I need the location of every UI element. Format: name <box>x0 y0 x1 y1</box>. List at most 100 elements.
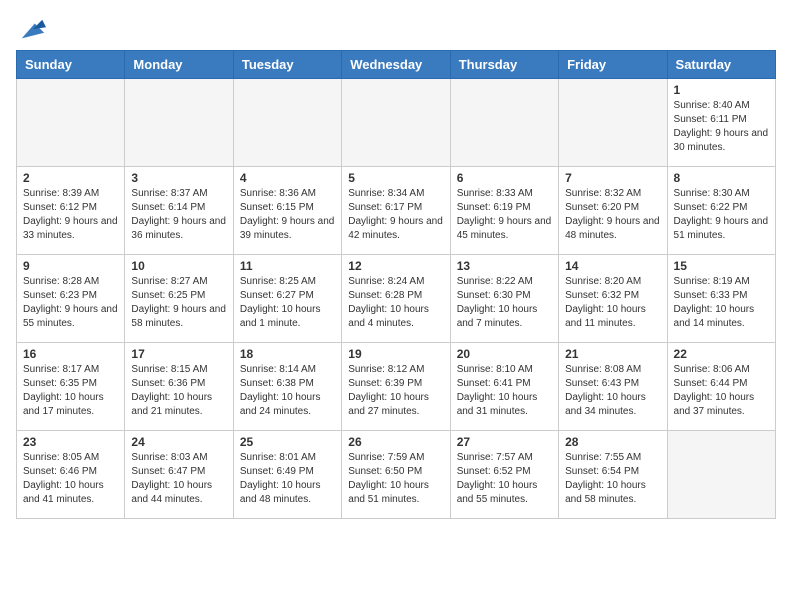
day-number: 13 <box>457 259 552 273</box>
day-info: Sunrise: 8:36 AM Sunset: 6:15 PM Dayligh… <box>240 187 335 243</box>
calendar-day-cell: 24 Sunrise: 8:03 AM Sunset: 6:47 PM Dayli… <box>125 431 233 519</box>
day-info: Sunrise: 8:10 AM Sunset: 6:41 PM Dayligh… <box>457 363 552 419</box>
day-info: Sunrise: 8:39 AM Sunset: 6:12 PM Dayligh… <box>23 187 118 243</box>
calendar-day-cell: 9 Sunrise: 8:28 AM Sunset: 6:23 PM Daylig… <box>17 255 125 343</box>
calendar-day-cell: 28 Sunrise: 7:55 AM Sunset: 6:54 PM Dayli… <box>559 431 667 519</box>
day-info: Sunrise: 8:14 AM Sunset: 6:38 PM Dayligh… <box>240 363 335 419</box>
calendar-day-cell: 5 Sunrise: 8:34 AM Sunset: 6:17 PM Daylig… <box>342 167 450 255</box>
weekday-header: Monday <box>125 51 233 79</box>
calendar-day-cell: 23 Sunrise: 8:05 AM Sunset: 6:46 PM Dayli… <box>17 431 125 519</box>
calendar-week-row: 1 Sunrise: 8:40 AM Sunset: 6:11 PM Daylig… <box>17 79 776 167</box>
day-info: Sunrise: 8:37 AM Sunset: 6:14 PM Dayligh… <box>131 187 226 243</box>
calendar-week-row: 9 Sunrise: 8:28 AM Sunset: 6:23 PM Daylig… <box>17 255 776 343</box>
calendar-day-cell: 17 Sunrise: 8:15 AM Sunset: 6:36 PM Dayli… <box>125 343 233 431</box>
weekday-header: Friday <box>559 51 667 79</box>
day-info: Sunrise: 7:55 AM Sunset: 6:54 PM Dayligh… <box>565 451 660 507</box>
day-number: 8 <box>674 171 769 185</box>
calendar-day-cell <box>125 79 233 167</box>
calendar-week-row: 23 Sunrise: 8:05 AM Sunset: 6:46 PM Dayli… <box>17 431 776 519</box>
day-info: Sunrise: 8:32 AM Sunset: 6:20 PM Dayligh… <box>565 187 660 243</box>
calendar-header-row: SundayMondayTuesdayWednesdayThursdayFrid… <box>17 51 776 79</box>
calendar-table: SundayMondayTuesdayWednesdayThursdayFrid… <box>16 50 776 519</box>
calendar-day-cell <box>559 79 667 167</box>
calendar-day-cell: 27 Sunrise: 7:57 AM Sunset: 6:52 PM Dayli… <box>450 431 558 519</box>
day-info: Sunrise: 8:28 AM Sunset: 6:23 PM Dayligh… <box>23 275 118 331</box>
weekday-header: Thursday <box>450 51 558 79</box>
day-number: 5 <box>348 171 443 185</box>
calendar-day-cell: 25Sunrise: 8:01 AM Sunset: 6:49 PM Dayli… <box>233 431 341 519</box>
day-number: 14 <box>565 259 660 273</box>
weekday-header: Saturday <box>667 51 775 79</box>
day-number: 1 <box>674 83 769 97</box>
calendar-day-cell: 10 Sunrise: 8:27 AM Sunset: 6:25 PM Dayli… <box>125 255 233 343</box>
day-number: 17 <box>131 347 226 361</box>
calendar-day-cell: 7Sunrise: 8:32 AM Sunset: 6:20 PM Daylig… <box>559 167 667 255</box>
day-number: 26 <box>348 435 443 449</box>
day-number: 4 <box>240 171 335 185</box>
day-number: 24 <box>131 435 226 449</box>
weekday-header: Sunday <box>17 51 125 79</box>
day-number: 27 <box>457 435 552 449</box>
day-number: 11 <box>240 259 335 273</box>
calendar-day-cell: 13 Sunrise: 8:22 AM Sunset: 6:30 PM Dayli… <box>450 255 558 343</box>
day-info: Sunrise: 7:57 AM Sunset: 6:52 PM Dayligh… <box>457 451 552 507</box>
calendar-day-cell: 21 Sunrise: 8:08 AM Sunset: 6:43 PM Dayli… <box>559 343 667 431</box>
calendar-day-cell: 26 Sunrise: 7:59 AM Sunset: 6:50 PM Dayli… <box>342 431 450 519</box>
calendar-day-cell: 16 Sunrise: 8:17 AM Sunset: 6:35 PM Dayli… <box>17 343 125 431</box>
calendar-day-cell: 8 Sunrise: 8:30 AM Sunset: 6:22 PM Daylig… <box>667 167 775 255</box>
day-info: Sunrise: 8:27 AM Sunset: 6:25 PM Dayligh… <box>131 275 226 331</box>
calendar-day-cell: 1 Sunrise: 8:40 AM Sunset: 6:11 PM Daylig… <box>667 79 775 167</box>
calendar-day-cell: 22Sunrise: 8:06 AM Sunset: 6:44 PM Dayli… <box>667 343 775 431</box>
day-info: Sunrise: 8:06 AM Sunset: 6:44 PM Dayligh… <box>674 363 769 419</box>
day-info: Sunrise: 8:24 AM Sunset: 6:28 PM Dayligh… <box>348 275 443 331</box>
calendar-day-cell: 14 Sunrise: 8:20 AM Sunset: 6:32 PM Dayli… <box>559 255 667 343</box>
day-number: 16 <box>23 347 118 361</box>
day-info: Sunrise: 8:05 AM Sunset: 6:46 PM Dayligh… <box>23 451 118 507</box>
calendar-day-cell: 2 Sunrise: 8:39 AM Sunset: 6:12 PM Daylig… <box>17 167 125 255</box>
calendar-day-cell: 4 Sunrise: 8:36 AM Sunset: 6:15 PM Daylig… <box>233 167 341 255</box>
day-info: Sunrise: 8:08 AM Sunset: 6:43 PM Dayligh… <box>565 363 660 419</box>
day-info: Sunrise: 8:19 AM Sunset: 6:33 PM Dayligh… <box>674 275 769 331</box>
day-number: 9 <box>23 259 118 273</box>
day-number: 20 <box>457 347 552 361</box>
calendar-day-cell <box>17 79 125 167</box>
logo <box>16 16 46 40</box>
weekday-header: Tuesday <box>233 51 341 79</box>
page-header <box>16 16 776 40</box>
day-number: 18 <box>240 347 335 361</box>
calendar-day-cell: 6Sunrise: 8:33 AM Sunset: 6:19 PM Daylig… <box>450 167 558 255</box>
day-info: Sunrise: 7:59 AM Sunset: 6:50 PM Dayligh… <box>348 451 443 507</box>
day-number: 28 <box>565 435 660 449</box>
calendar-day-cell <box>342 79 450 167</box>
logo-icon <box>18 16 46 44</box>
calendar-day-cell: 11 Sunrise: 8:25 AM Sunset: 6:27 PM Dayli… <box>233 255 341 343</box>
day-info: Sunrise: 8:03 AM Sunset: 6:47 PM Dayligh… <box>131 451 226 507</box>
day-number: 10 <box>131 259 226 273</box>
day-number: 19 <box>348 347 443 361</box>
day-info: Sunrise: 8:33 AM Sunset: 6:19 PM Dayligh… <box>457 187 552 243</box>
day-info: Sunrise: 8:40 AM Sunset: 6:11 PM Dayligh… <box>674 99 769 155</box>
day-info: Sunrise: 8:34 AM Sunset: 6:17 PM Dayligh… <box>348 187 443 243</box>
calendar-day-cell: 3Sunrise: 8:37 AM Sunset: 6:14 PM Daylig… <box>125 167 233 255</box>
day-number: 21 <box>565 347 660 361</box>
calendar-day-cell <box>450 79 558 167</box>
calendar-day-cell <box>233 79 341 167</box>
calendar-week-row: 2 Sunrise: 8:39 AM Sunset: 6:12 PM Daylig… <box>17 167 776 255</box>
day-number: 23 <box>23 435 118 449</box>
day-info: Sunrise: 8:01 AM Sunset: 6:49 PM Dayligh… <box>240 451 335 507</box>
weekday-header: Wednesday <box>342 51 450 79</box>
day-info: Sunrise: 8:30 AM Sunset: 6:22 PM Dayligh… <box>674 187 769 243</box>
calendar-week-row: 16 Sunrise: 8:17 AM Sunset: 6:35 PM Dayli… <box>17 343 776 431</box>
calendar-day-cell: 18 Sunrise: 8:14 AM Sunset: 6:38 PM Dayli… <box>233 343 341 431</box>
calendar-day-cell: 12 Sunrise: 8:24 AM Sunset: 6:28 PM Dayli… <box>342 255 450 343</box>
day-info: Sunrise: 8:12 AM Sunset: 6:39 PM Dayligh… <box>348 363 443 419</box>
calendar-day-cell: 20 Sunrise: 8:10 AM Sunset: 6:41 PM Dayli… <box>450 343 558 431</box>
calendar-day-cell: 19 Sunrise: 8:12 AM Sunset: 6:39 PM Dayli… <box>342 343 450 431</box>
day-info: Sunrise: 8:15 AM Sunset: 6:36 PM Dayligh… <box>131 363 226 419</box>
day-info: Sunrise: 8:25 AM Sunset: 6:27 PM Dayligh… <box>240 275 335 331</box>
day-number: 12 <box>348 259 443 273</box>
day-info: Sunrise: 8:22 AM Sunset: 6:30 PM Dayligh… <box>457 275 552 331</box>
day-info: Sunrise: 8:20 AM Sunset: 6:32 PM Dayligh… <box>565 275 660 331</box>
day-number: 2 <box>23 171 118 185</box>
day-info: Sunrise: 8:17 AM Sunset: 6:35 PM Dayligh… <box>23 363 118 419</box>
